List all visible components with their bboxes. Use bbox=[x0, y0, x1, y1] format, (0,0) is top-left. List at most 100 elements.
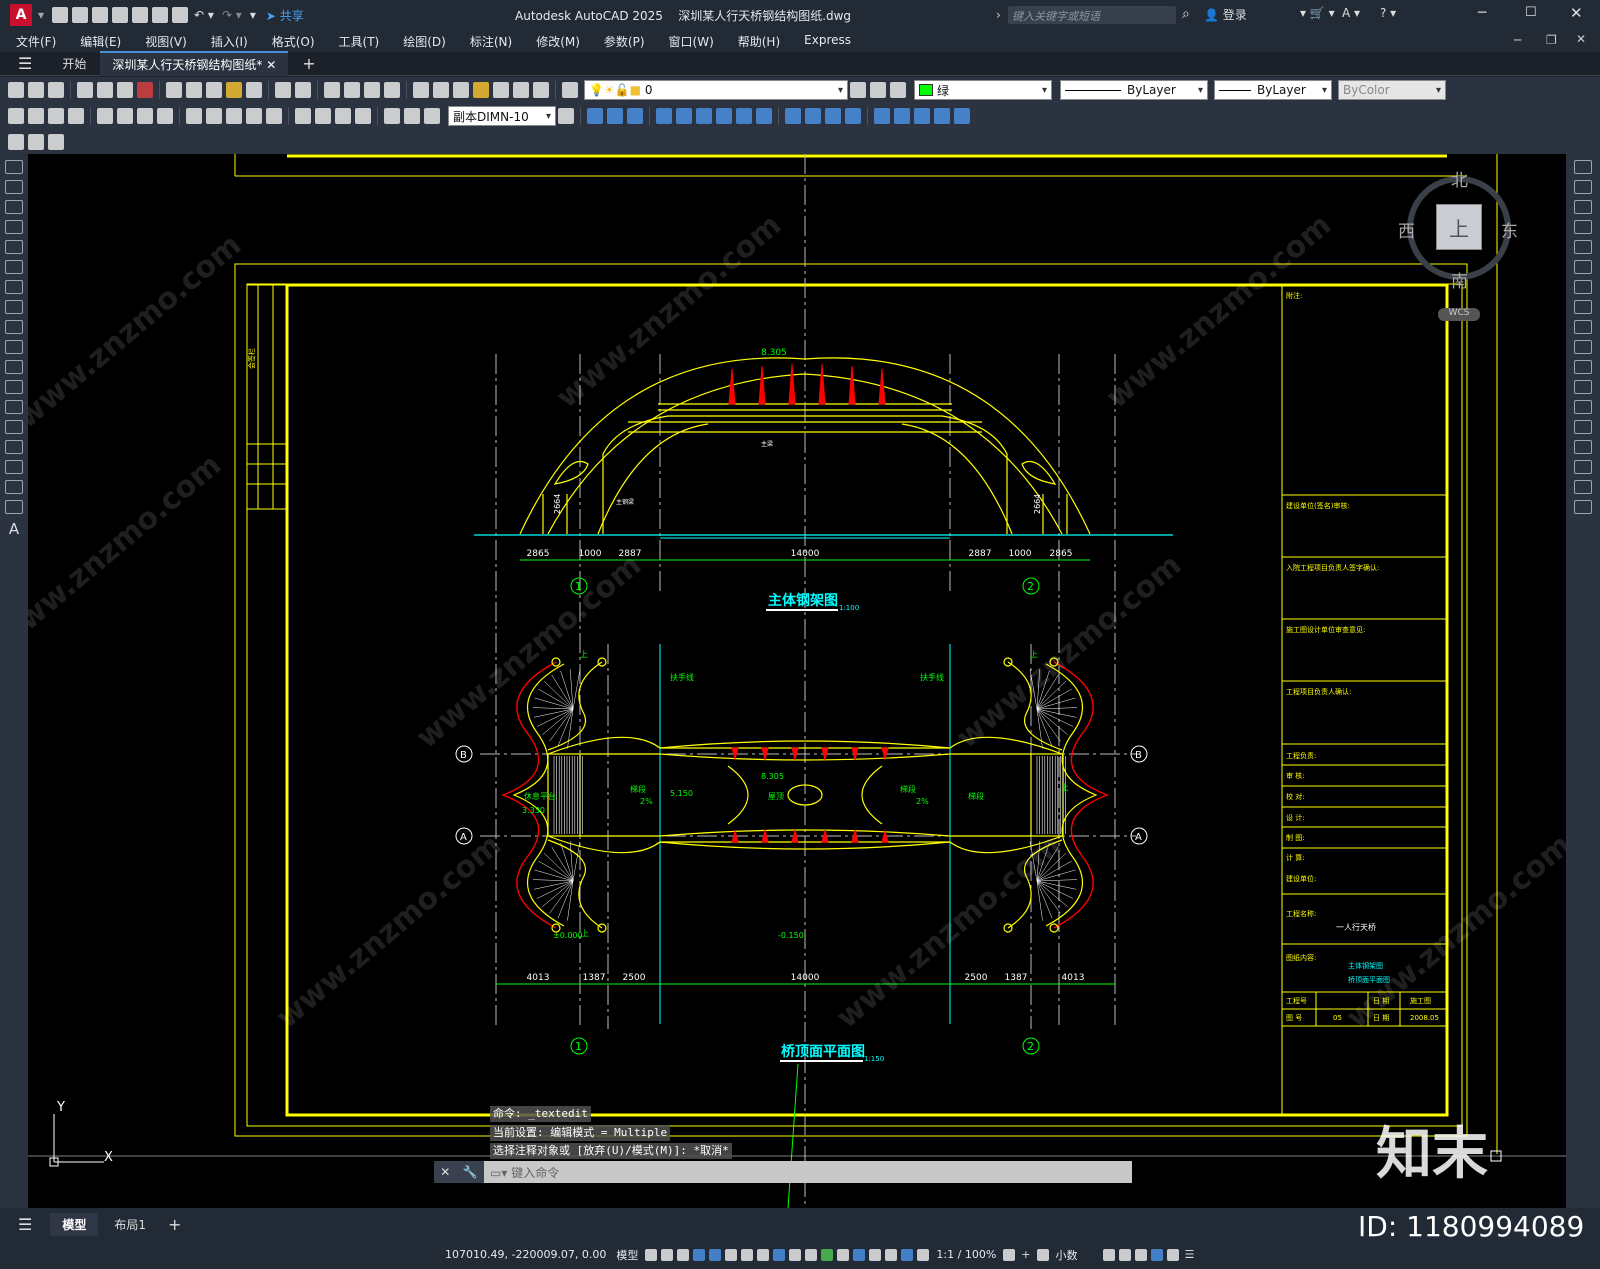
zoom-window-icon[interactable] bbox=[364, 82, 380, 98]
layer-properties-icon[interactable] bbox=[562, 82, 578, 98]
annomonitor-icon[interactable]: + bbox=[1021, 1248, 1030, 1261]
line-tool-icon[interactable] bbox=[5, 160, 23, 174]
break-tool-icon[interactable] bbox=[1574, 400, 1592, 414]
close-cmd-icon[interactable]: ✕ bbox=[440, 1165, 450, 1179]
ellipse-arc-tool-icon[interactable] bbox=[5, 360, 23, 374]
jogged-linear-icon[interactable] bbox=[355, 108, 371, 124]
dim-radius-icon[interactable] bbox=[97, 108, 113, 124]
tab-layout1[interactable]: 布局1 bbox=[102, 1213, 158, 1236]
ortho-icon[interactable] bbox=[709, 1248, 722, 1261]
app-logo[interactable]: A bbox=[10, 4, 32, 26]
lineweight-icon[interactable] bbox=[789, 1248, 802, 1261]
multiline-text-icon[interactable] bbox=[28, 133, 44, 150]
insert-block-icon[interactable] bbox=[5, 380, 23, 394]
dim-diameter-icon[interactable] bbox=[137, 108, 153, 124]
explode-tool-icon[interactable] bbox=[1574, 500, 1592, 514]
revcloud-tool-icon[interactable] bbox=[5, 300, 23, 314]
dim-ordinate-icon[interactable] bbox=[68, 108, 84, 124]
selection-cycling-icon[interactable] bbox=[821, 1248, 834, 1261]
web-save-icon[interactable] bbox=[152, 7, 169, 23]
tab-document[interactable]: 深圳某人行天桥钢结构图纸* ✕ bbox=[100, 51, 289, 76]
inspect-icon[interactable] bbox=[335, 108, 351, 124]
text-edit-icon[interactable] bbox=[48, 133, 64, 150]
menu-item-1[interactable]: 编辑(E) bbox=[68, 33, 133, 50]
modify-13-icon[interactable] bbox=[845, 108, 861, 124]
zoom-realtime-icon[interactable] bbox=[344, 82, 360, 98]
xline-tool-icon[interactable] bbox=[5, 180, 23, 194]
units-dropdown[interactable]: 小数 bbox=[1051, 1247, 1083, 1263]
scale-tool-icon[interactable] bbox=[1574, 300, 1592, 314]
minimize-icon[interactable]: ─ bbox=[1478, 5, 1486, 21]
saveas-icon[interactable] bbox=[112, 7, 129, 23]
infer-icon[interactable] bbox=[677, 1248, 690, 1261]
login-button[interactable]: 👤 登录 bbox=[1204, 6, 1247, 23]
autodesk-a-icon[interactable]: A ▾ bbox=[1342, 6, 1360, 20]
menu-item-9[interactable]: 参数(P) bbox=[592, 33, 657, 50]
arc-tool-icon[interactable] bbox=[5, 260, 23, 274]
modify-5-icon[interactable] bbox=[676, 108, 692, 124]
polar-icon[interactable] bbox=[725, 1248, 738, 1261]
gradient-tool-icon[interactable] bbox=[5, 460, 23, 474]
doc-restore-icon[interactable]: ❐ bbox=[1546, 33, 1557, 47]
annotation-visibility-icon[interactable] bbox=[901, 1248, 914, 1261]
menu-item-2[interactable]: 视图(V) bbox=[133, 33, 199, 50]
cart-icon[interactable]: ▾ 🛒 ▾ bbox=[1300, 6, 1335, 20]
dim-continue-icon[interactable] bbox=[226, 108, 242, 124]
chevron-right-icon[interactable]: › bbox=[996, 8, 1001, 22]
menu-item-4[interactable]: 格式(O) bbox=[260, 33, 327, 50]
modify-3-icon[interactable] bbox=[627, 108, 643, 124]
dimstyle-dropdown[interactable]: 副本DIMN-10 bbox=[448, 106, 556, 126]
save-icon[interactable] bbox=[92, 7, 109, 23]
customize-icon[interactable]: ▾ bbox=[250, 8, 256, 22]
coordinates[interactable]: 107010.49, -220009.07, 0.00 bbox=[440, 1248, 611, 1261]
dim-baseline-icon[interactable] bbox=[206, 108, 222, 124]
model-space-toggle[interactable]: 模型 bbox=[611, 1247, 643, 1263]
modify-9-icon[interactable] bbox=[756, 108, 772, 124]
modify-6-icon[interactable] bbox=[696, 108, 712, 124]
rectangle-tool-icon[interactable] bbox=[5, 240, 23, 254]
modify-1-icon[interactable] bbox=[587, 108, 603, 124]
table-tool-icon[interactable] bbox=[5, 500, 23, 514]
dim-linear-icon[interactable] bbox=[8, 108, 24, 124]
viewcube-east[interactable]: 东 bbox=[1501, 217, 1518, 242]
layer-previous-icon[interactable] bbox=[870, 82, 886, 98]
transparency-icon[interactable] bbox=[805, 1248, 818, 1261]
mirror-tool-icon[interactable] bbox=[1574, 200, 1592, 214]
share-button[interactable]: ➤ 共享 bbox=[266, 7, 304, 24]
markup-icon[interactable] bbox=[493, 82, 509, 98]
qnew-icon[interactable] bbox=[8, 82, 24, 98]
menu-item-3[interactable]: 插入(I) bbox=[199, 33, 260, 50]
web-open-icon[interactable] bbox=[132, 7, 149, 23]
menu-item-11[interactable]: 帮助(H) bbox=[726, 33, 792, 50]
open-icon[interactable] bbox=[72, 7, 89, 23]
block-editor-icon[interactable] bbox=[246, 82, 262, 98]
dynamic-ucs-icon[interactable] bbox=[853, 1248, 866, 1261]
isolate-icon[interactable] bbox=[1134, 1248, 1147, 1261]
dim-angular-icon[interactable] bbox=[157, 108, 173, 124]
quick-properties-icon[interactable] bbox=[1102, 1248, 1115, 1261]
calculator-icon[interactable] bbox=[513, 82, 529, 98]
viewcube-west[interactable]: 西 bbox=[1398, 217, 1415, 242]
center-mark-icon[interactable] bbox=[315, 108, 331, 124]
units-icon[interactable] bbox=[1036, 1248, 1049, 1261]
doc-close-icon[interactable]: ✕ bbox=[1576, 32, 1586, 46]
ellipse-tool-icon[interactable] bbox=[5, 340, 23, 354]
rotate-tool-icon[interactable] bbox=[1574, 280, 1592, 294]
modify-11-icon[interactable] bbox=[805, 108, 821, 124]
command-input[interactable]: ▭▾ 键入命令 bbox=[484, 1161, 1132, 1183]
close-icon[interactable]: ✕ bbox=[1570, 4, 1583, 22]
drawing-canvas[interactable]: 会签栏 附注: 建设单位(签名)审核: 入院工程项目负责人签字确认: 施工图设计… bbox=[28, 154, 1566, 1208]
modify-7-icon[interactable] bbox=[716, 108, 732, 124]
add-layout-icon[interactable]: + bbox=[168, 1215, 181, 1234]
trim-tool-icon[interactable] bbox=[1574, 340, 1592, 354]
menu-item-0[interactable]: 文件(F) bbox=[4, 33, 68, 50]
modify-17-icon[interactable] bbox=[934, 108, 950, 124]
modify-4-icon[interactable] bbox=[656, 108, 672, 124]
hardware-accel-icon[interactable] bbox=[1150, 1248, 1163, 1261]
offset-tool-icon[interactable] bbox=[1574, 220, 1592, 234]
stretch-tool-icon[interactable] bbox=[1574, 320, 1592, 334]
redo-icon[interactable]: ↷ ▾ bbox=[222, 8, 242, 22]
dim-jogged-icon[interactable] bbox=[117, 108, 133, 124]
hatch-tool-icon[interactable] bbox=[5, 440, 23, 454]
dim-arc-icon[interactable] bbox=[48, 108, 64, 124]
